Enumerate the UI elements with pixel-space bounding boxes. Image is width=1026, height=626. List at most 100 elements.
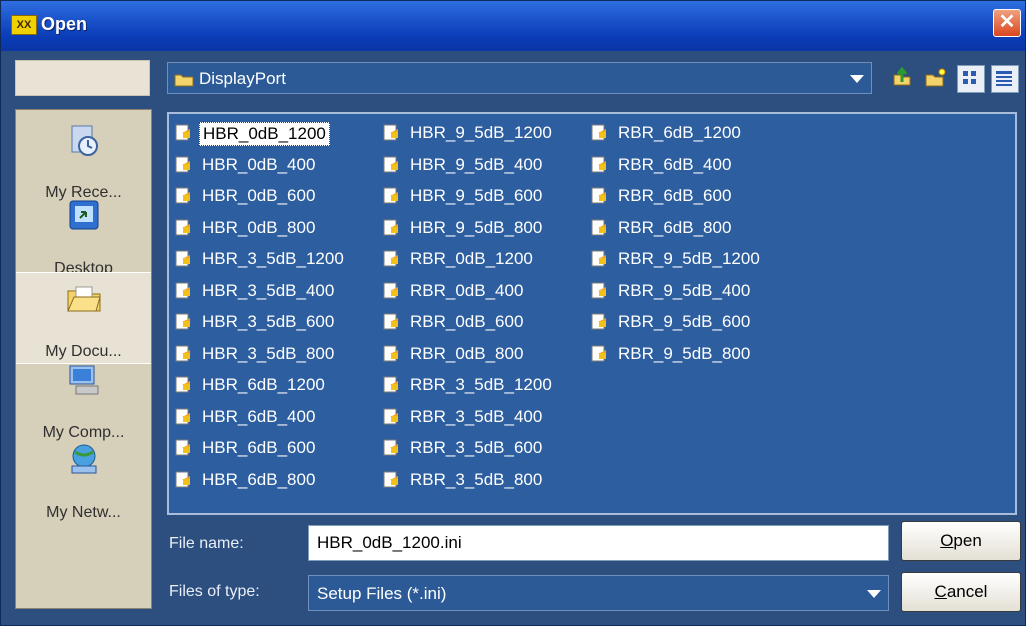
cancel-button[interactable]: Cancel <box>901 572 1021 612</box>
file-item[interactable]: HBR_3_5dB_400 <box>171 278 381 310</box>
up-folder-icon <box>893 66 911 86</box>
file-item[interactable]: RBR_9_5dB_600 <box>587 309 797 341</box>
place-my-documents[interactable]: My Docu... <box>16 272 151 364</box>
ini-file-icon <box>383 156 398 172</box>
file-list[interactable]: HBR_0dB_1200 HBR_0dB_400 HBR_0dB_600 HBR_0d… <box>167 112 1017 515</box>
ini-file-icon <box>383 124 398 141</box>
file-item[interactable]: HBR_9_5dB_600 <box>379 183 589 215</box>
ini-file-icon <box>591 313 606 330</box>
ini-file-icon <box>175 282 190 298</box>
folder-icon <box>174 74 194 87</box>
file-item[interactable]: RBR_3_5dB_600 <box>379 435 589 467</box>
file-item[interactable]: RBR_6dB_1200 <box>587 120 797 152</box>
file-type-dropdown[interactable]: Setup Files (*.ini) <box>308 575 889 611</box>
place-label: My Netw... <box>46 504 121 521</box>
file-item[interactable]: HBR_0dB_1200 <box>171 120 381 152</box>
file-item[interactable]: HBR_3_5dB_1200 <box>171 246 381 278</box>
file-name: RBR_3_5dB_400 <box>410 406 543 426</box>
file-item[interactable]: RBR_6dB_800 <box>587 215 797 247</box>
file-name: RBR_3_5dB_800 <box>410 469 543 489</box>
toolbar <box>887 61 1023 97</box>
ini-file-icon <box>383 471 398 487</box>
details-view-button[interactable] <box>991 65 1019 93</box>
window-title: Open <box>41 14 88 34</box>
file-item[interactable]: HBR_6dB_1200 <box>171 372 381 404</box>
file-item[interactable]: HBR_0dB_800 <box>171 215 381 247</box>
look-in-value: DisplayPort <box>199 69 286 88</box>
file-item[interactable]: HBR_9_5dB_400 <box>379 152 589 184</box>
look-in-dropdown[interactable]: DisplayPort <box>167 62 872 94</box>
file-name: HBR_3_5dB_1200 <box>202 249 344 268</box>
place-desktop[interactable]: Desktop <box>16 190 151 280</box>
desktop-icon <box>69 200 98 230</box>
file-name: RBR_6dB_600 <box>618 186 732 205</box>
file-item[interactable]: HBR_0dB_400 <box>171 152 381 184</box>
place-my-network[interactable]: My Netw... <box>16 434 151 524</box>
file-name: HBR_0dB_400 <box>202 154 316 174</box>
file-item[interactable]: RBR_0dB_800 <box>379 341 589 373</box>
file-name-label: File name: <box>169 535 244 552</box>
ini-file-icon <box>383 313 398 330</box>
ini-file-icon <box>175 219 190 235</box>
file-item[interactable]: RBR_9_5dB_800 <box>587 341 797 373</box>
file-name: HBR_3_5dB_800 <box>202 343 335 363</box>
my-network-icon <box>71 444 96 474</box>
file-item[interactable]: HBR_6dB_800 <box>171 467 381 499</box>
file-name: RBR_6dB_1200 <box>618 123 741 142</box>
file-name: RBR_9_5dB_400 <box>618 280 751 300</box>
chevron-down-icon[interactable] <box>845 67 867 89</box>
file-item[interactable]: HBR_3_5dB_600 <box>171 309 381 341</box>
title-bar[interactable]: XX Open ✕ <box>1 1 1025 51</box>
file-item[interactable]: RBR_3_5dB_1200 <box>379 372 589 404</box>
file-name-input[interactable] <box>308 525 889 561</box>
my-documents-icon <box>66 286 101 312</box>
ini-file-icon <box>383 282 398 298</box>
view-menu-button[interactable] <box>957 65 985 93</box>
file-item[interactable]: HBR_9_5dB_800 <box>379 215 589 247</box>
recent-documents-icon <box>71 125 98 156</box>
file-item[interactable]: HBR_3_5dB_800 <box>171 341 381 373</box>
file-item[interactable]: RBR_6dB_600 <box>587 183 797 215</box>
ini-file-icon <box>175 156 190 172</box>
file-name: HBR_6dB_1200 <box>202 375 325 394</box>
file-name: HBR_9_5dB_400 <box>410 154 543 174</box>
ini-file-icon <box>383 250 398 267</box>
file-name: HBR_9_5dB_600 <box>410 186 543 205</box>
file-name: HBR_3_5dB_600 <box>202 312 335 331</box>
new-folder-icon <box>925 68 946 87</box>
file-item[interactable]: HBR_9_5dB_1200 <box>379 120 589 152</box>
file-item[interactable]: RBR_3_5dB_400 <box>379 404 589 436</box>
ini-file-icon <box>175 376 190 393</box>
file-item[interactable]: RBR_0dB_1200 <box>379 246 589 278</box>
ini-file-icon <box>591 187 606 204</box>
file-item[interactable]: RBR_9_5dB_1200 <box>587 246 797 278</box>
up-folder-button[interactable] <box>889 65 915 91</box>
ini-file-icon <box>175 124 190 141</box>
file-type-value: Setup Files (*.ini) <box>317 584 447 603</box>
ini-file-icon <box>175 439 190 456</box>
file-name: HBR_0dB_1200 <box>199 122 330 146</box>
close-icon: ✕ <box>998 11 1016 33</box>
file-item[interactable]: RBR_6dB_400 <box>587 152 797 184</box>
open-button[interactable]: Open <box>901 521 1021 561</box>
file-item[interactable]: HBR_0dB_600 <box>171 183 381 215</box>
close-button[interactable]: ✕ <box>993 9 1021 37</box>
file-name: RBR_6dB_400 <box>618 154 732 174</box>
place-my-computer[interactable]: My Comp... <box>16 354 151 444</box>
file-item[interactable]: RBR_9_5dB_400 <box>587 278 797 310</box>
file-name: RBR_3_5dB_600 <box>410 438 543 457</box>
file-name: RBR_0dB_1200 <box>410 249 533 268</box>
file-item[interactable]: HBR_6dB_600 <box>171 435 381 467</box>
file-column-2: HBR_9_5dB_1200 HBR_9_5dB_400 HBR_9_5dB_600… <box>379 120 589 498</box>
app-icon: XX <box>11 15 37 35</box>
details-view-icon <box>996 71 1012 86</box>
ini-file-icon <box>175 345 190 361</box>
new-folder-button[interactable] <box>923 65 949 91</box>
my-computer-icon <box>69 365 98 395</box>
file-item[interactable]: HBR_6dB_400 <box>171 404 381 436</box>
open-dialog: XX Open ✕ DisplayPort My Rece... Desktop… <box>0 0 1026 626</box>
file-item[interactable]: RBR_0dB_600 <box>379 309 589 341</box>
file-item[interactable]: RBR_0dB_400 <box>379 278 589 310</box>
file-item[interactable]: RBR_3_5dB_800 <box>379 467 589 499</box>
chevron-down-icon[interactable] <box>862 582 884 604</box>
